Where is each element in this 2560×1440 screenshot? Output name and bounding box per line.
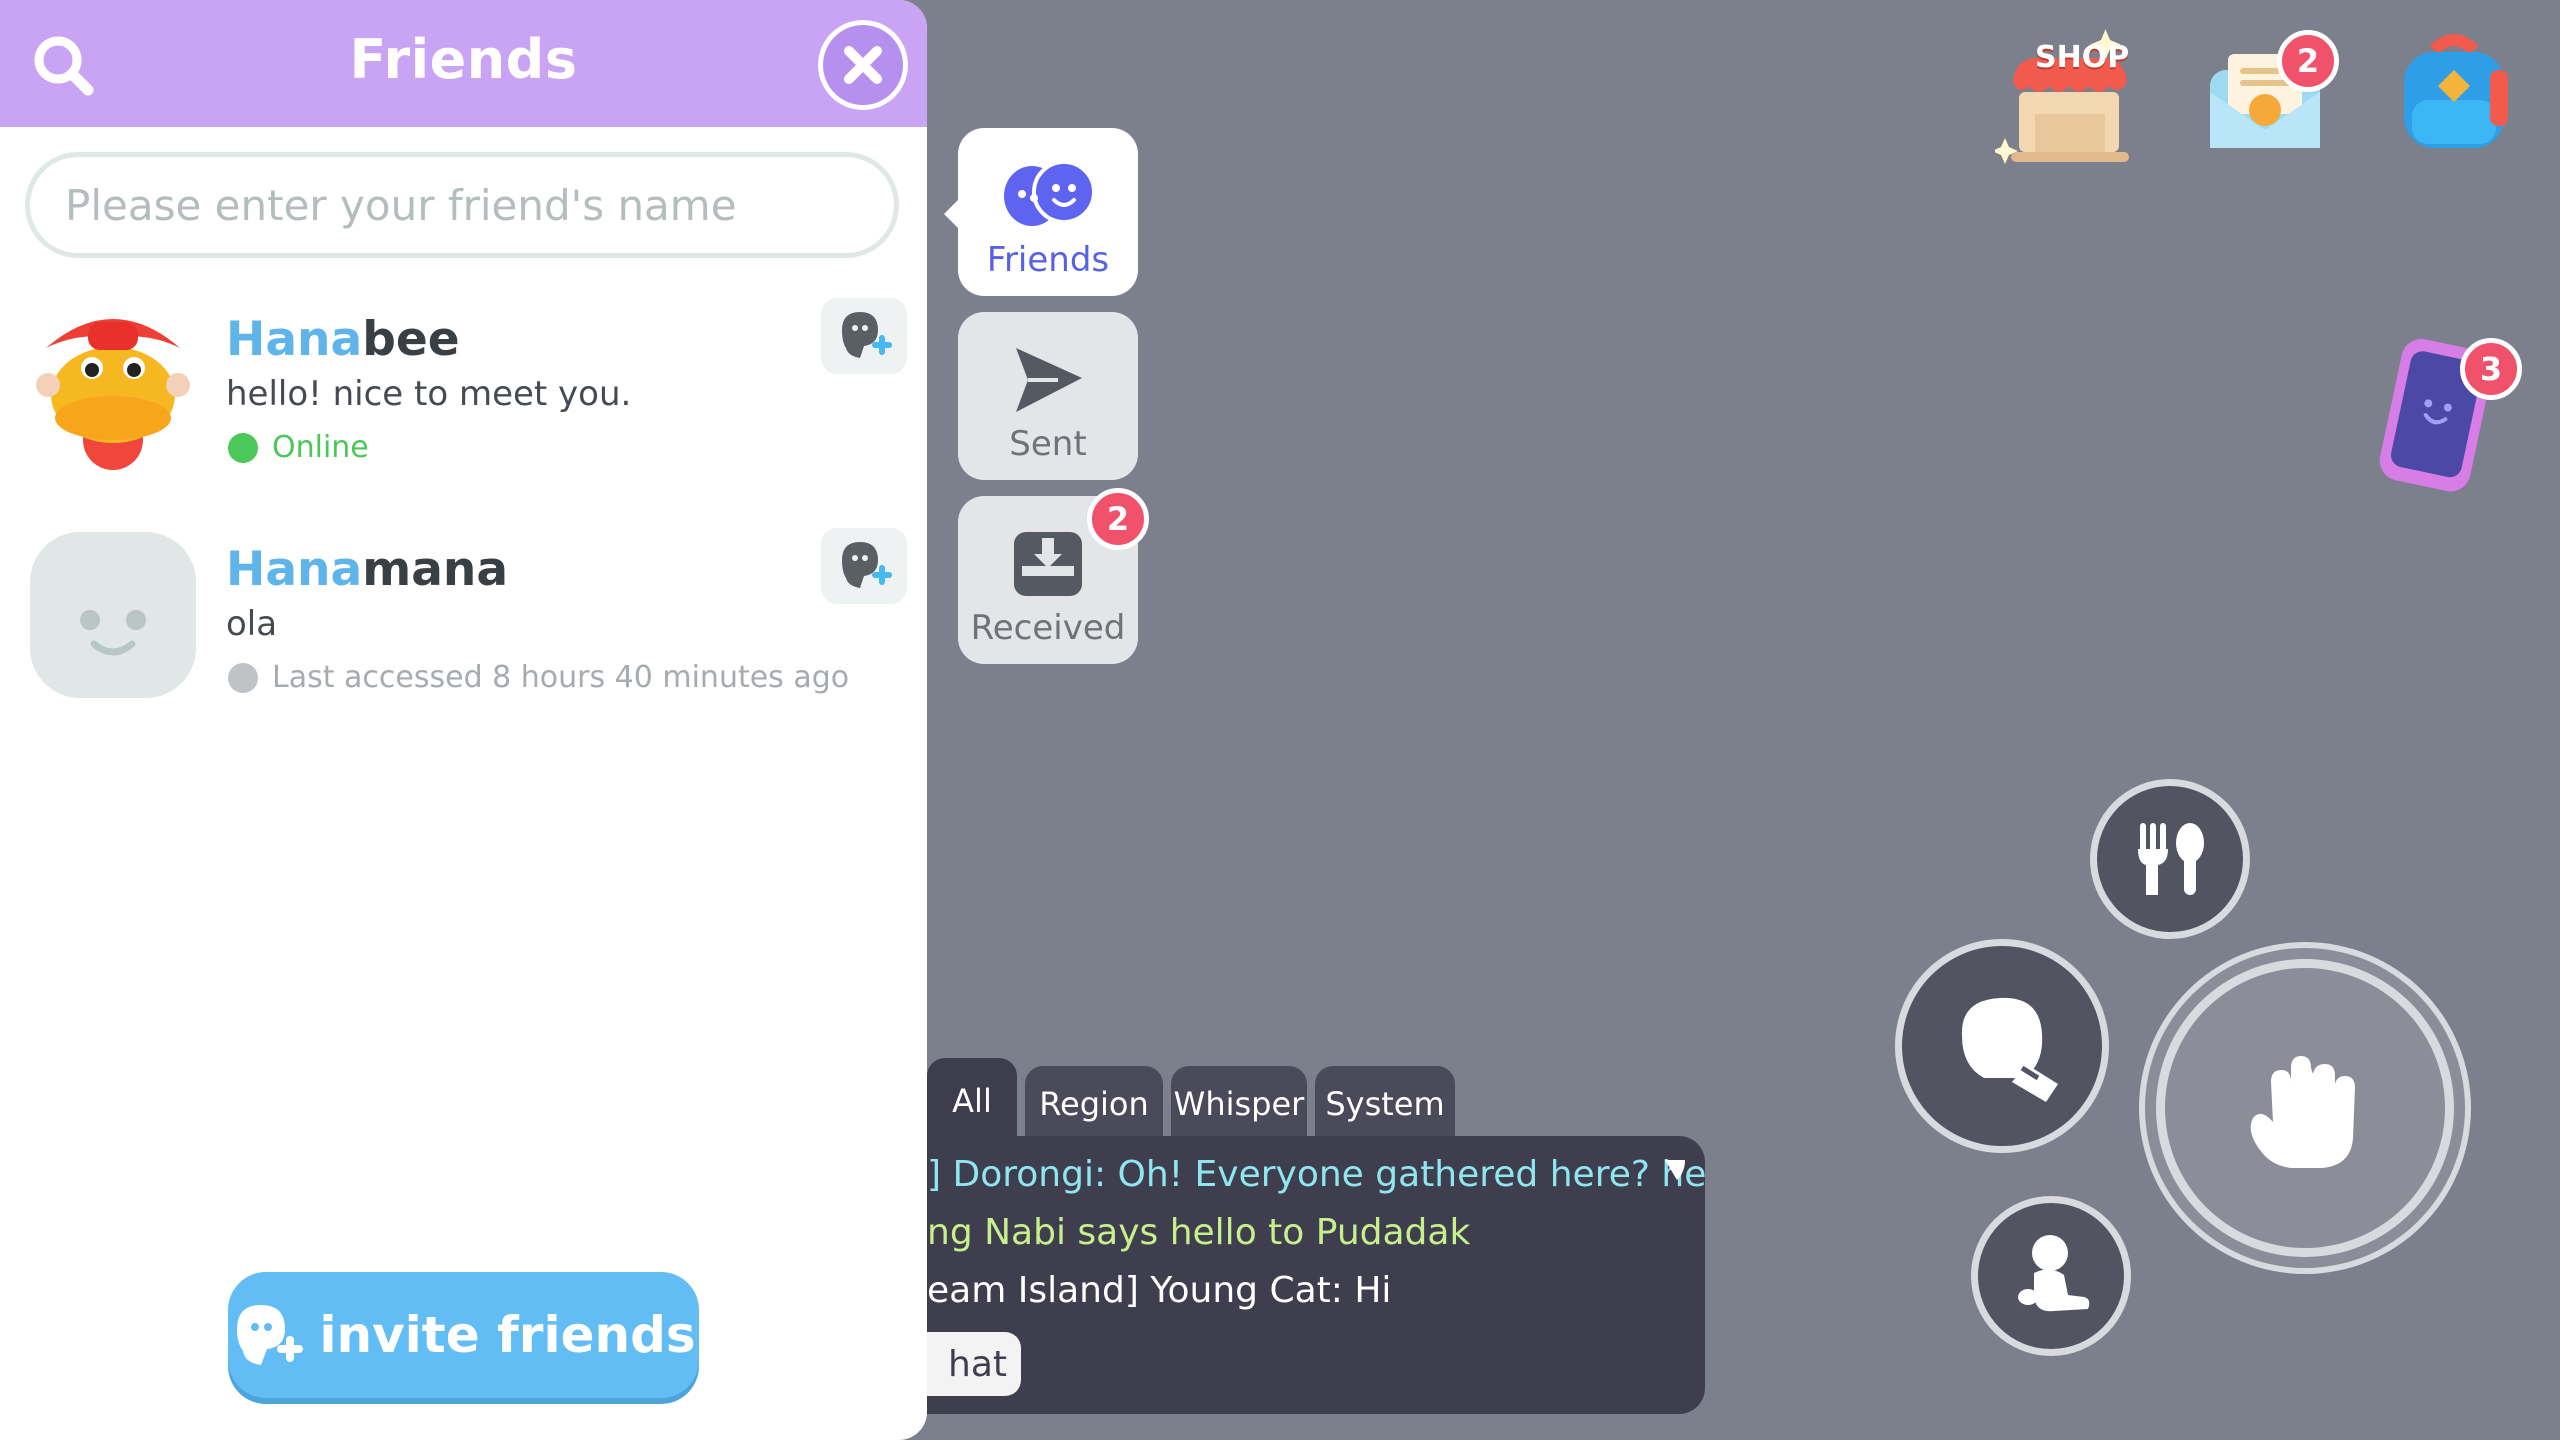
tab-sent[interactable]: Sent xyxy=(958,312,1138,480)
invite-friend-icon xyxy=(237,1305,304,1365)
shop-button[interactable]: SHOP xyxy=(1992,22,2145,172)
chat-tab-label: All xyxy=(952,1082,992,1120)
received-count-badge: 2 xyxy=(1087,488,1149,550)
punch-action-button[interactable] xyxy=(1902,946,2102,1146)
friend-name: Hanabee xyxy=(226,312,460,367)
invite-label: invite friends xyxy=(319,1306,696,1364)
fork-spoon-icon xyxy=(2138,823,2204,895)
chat-box[interactable]: ] Dorongi: Oh! Everyone gathered here? h… xyxy=(927,1136,1705,1414)
chat-tab-label: Region xyxy=(1039,1085,1149,1123)
tab-label: Sent xyxy=(1009,424,1087,464)
add-friend-button[interactable] xyxy=(821,298,907,374)
wave-action-button[interactable] xyxy=(2165,968,2445,1248)
expand-chat-icon[interactable] xyxy=(1661,1156,1689,1184)
close-icon xyxy=(844,46,882,84)
friends-icon xyxy=(1004,160,1096,226)
friend-search-input[interactable] xyxy=(25,152,899,258)
last-accessed-status: Last accessed 8 hours 40 minutes ago xyxy=(228,660,849,695)
mail-count-badge: 2 xyxy=(2277,30,2339,92)
backpack-icon xyxy=(2404,34,2508,148)
chat-input-label: hat xyxy=(948,1343,1007,1385)
phone-notification-badge: 3 xyxy=(2460,338,2522,400)
chat-tab-system[interactable]: System xyxy=(1315,1066,1455,1142)
status-text: Online xyxy=(272,430,369,465)
friend-list-item[interactable]: Hanabee hello! nice to meet you. Online xyxy=(0,290,927,510)
sit-action-button[interactable] xyxy=(1978,1203,2124,1349)
avatar xyxy=(28,300,198,470)
shop-label: SHOP xyxy=(2035,40,2130,75)
chat-input-button[interactable]: hat xyxy=(927,1332,1021,1396)
add-friend-icon xyxy=(842,542,892,588)
hand-wave-icon xyxy=(2250,1056,2355,1168)
inbox-icon xyxy=(1014,532,1082,596)
panel-header: Friends xyxy=(0,0,927,127)
tab-label: Received xyxy=(970,608,1126,648)
panel-title: Friends xyxy=(349,28,578,91)
friend-status-message: hello! nice to meet you. xyxy=(226,374,632,414)
tab-label: Friends xyxy=(986,240,1110,280)
add-friend-button[interactable] xyxy=(821,528,907,604)
online-dot-icon xyxy=(228,432,258,463)
invite-friends-button[interactable]: invite friends xyxy=(228,1272,699,1398)
friend-list-item[interactable]: Hanamana ola Last accessed 8 hours 40 mi… xyxy=(0,520,927,740)
online-status: Online xyxy=(228,430,369,465)
chat-message: ] Dorongi: Oh! Everyone gathered here? h… xyxy=(927,1154,1705,1195)
friend-status-message: ola xyxy=(226,604,278,644)
chat-tab-label: System xyxy=(1325,1085,1445,1123)
backpack-button[interactable] xyxy=(2390,30,2520,160)
eat-action-button[interactable] xyxy=(2097,786,2243,932)
chat-tab-label: Whisper xyxy=(1173,1085,1305,1123)
chat-tab-whisper[interactable]: Whisper xyxy=(1171,1066,1307,1142)
status-text: Last accessed 8 hours 40 minutes ago xyxy=(272,660,850,695)
close-button[interactable] xyxy=(818,20,908,110)
friend-name: Hanamana xyxy=(226,542,509,597)
friends-panel: Friends Hanabee hello! nice to xyxy=(0,0,927,1440)
chat-message: eam Island] Young Cat: Hi xyxy=(927,1270,1392,1311)
sit-pose-icon xyxy=(2018,1235,2090,1312)
boxing-glove-icon xyxy=(1961,997,2058,1102)
chat-message: ng Nabi says hello to Pudadak xyxy=(927,1212,1471,1253)
tab-friends[interactable]: Friends xyxy=(958,128,1138,296)
default-avatar xyxy=(30,532,196,698)
chat-tab-all[interactable]: All xyxy=(927,1058,1017,1144)
add-friend-icon xyxy=(842,312,892,358)
offline-dot-icon xyxy=(228,662,258,693)
chat-tab-region[interactable]: Region xyxy=(1025,1066,1163,1142)
send-icon xyxy=(1016,348,1082,412)
